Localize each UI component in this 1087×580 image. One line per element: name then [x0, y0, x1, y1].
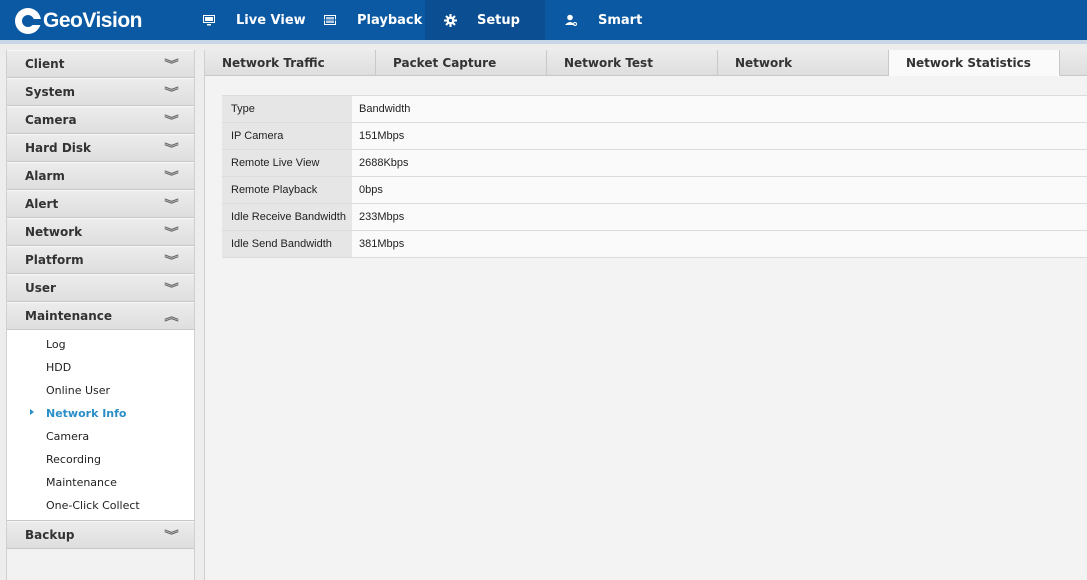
section-label: User: [25, 281, 56, 295]
nav-setup[interactable]: Setup: [425, 0, 545, 44]
header-type: Type: [222, 95, 352, 123]
section-label: System: [25, 85, 75, 99]
chevron-down-icon: ︾: [164, 254, 179, 267]
table-header-row: Type Bandwidth: [222, 95, 1087, 123]
section-label: Hard Disk: [25, 141, 92, 155]
nav-smart[interactable]: Smart: [564, 0, 654, 40]
sidebar-item-log[interactable]: Log: [7, 333, 194, 356]
person-icon: [564, 13, 578, 27]
tab-network[interactable]: Network: [718, 50, 889, 76]
section-label: Client: [25, 57, 65, 71]
sidebar-section-client[interactable]: Client ︾: [7, 50, 194, 78]
tab-packet-capture[interactable]: Packet Capture: [376, 50, 547, 76]
sidebar-section-network[interactable]: Network ︾: [7, 218, 194, 246]
sidebar-item-maintenance[interactable]: Maintenance: [7, 471, 194, 494]
sidebar-item-camera[interactable]: Camera: [7, 425, 194, 448]
sidebar-section-maintenance[interactable]: Maintenance ︽: [7, 302, 194, 330]
sidebar-section-platform[interactable]: Platform ︾: [7, 246, 194, 274]
chevron-down-icon: ︾: [164, 58, 179, 71]
nav-label: Live View: [236, 12, 306, 28]
chevron-down-icon: ︾: [164, 170, 179, 183]
row-type: Remote Live View: [222, 149, 352, 177]
film-icon: [323, 13, 337, 27]
tab-bar-filler: [1060, 50, 1087, 76]
sidebar: Client ︾ System ︾ Camera ︾ Hard Disk ︾ Alarm…: [6, 50, 195, 580]
chevron-down-icon: ︾: [164, 529, 179, 542]
table-row: Idle Send Bandwidth 381Mbps: [222, 230, 1087, 258]
sidebar-section-alert[interactable]: Alert ︾: [7, 190, 194, 218]
nav-label: Setup: [477, 12, 520, 28]
geovision-logo: GeoVision: [15, 4, 142, 38]
sidebar-section-user[interactable]: User ︾: [7, 274, 194, 302]
row-type: Idle Receive Bandwidth: [222, 203, 352, 231]
row-type: Remote Playback: [222, 176, 352, 204]
chevron-up-icon: ︽: [164, 310, 179, 323]
gear-icon: [443, 13, 457, 27]
main-content: Network Traffic Packet Capture Network T…: [204, 50, 1087, 580]
sidebar-section-backup[interactable]: Backup ︾: [7, 521, 194, 549]
sidebar-section-camera[interactable]: Camera ︾: [7, 106, 194, 134]
maintenance-submenu: Log HDD Online User Network Info Camera …: [7, 330, 194, 521]
monitor-icon: [202, 13, 216, 27]
topbar-divider: [0, 40, 1087, 44]
tab-network-statistics[interactable]: Network Statistics: [889, 50, 1060, 76]
tab-network-test[interactable]: Network Test: [547, 50, 718, 76]
row-type: Idle Send Bandwidth: [222, 230, 352, 258]
header-bandwidth: Bandwidth: [352, 95, 1087, 123]
row-value: 2688Kbps: [352, 149, 1087, 177]
sidebar-section-alarm[interactable]: Alarm ︾: [7, 162, 194, 190]
sidebar-item-online-user[interactable]: Online User: [7, 379, 194, 402]
tab-network-traffic[interactable]: Network Traffic: [205, 50, 376, 76]
row-value: 381Mbps: [352, 230, 1087, 258]
table-row: IP Camera 151Mbps: [222, 122, 1087, 150]
section-label: Camera: [25, 113, 77, 127]
sidebar-item-recording[interactable]: Recording: [7, 448, 194, 471]
chevron-down-icon: ︾: [164, 142, 179, 155]
network-statistics-table: Type Bandwidth IP Camera 151Mbps Remote …: [222, 95, 1087, 258]
chevron-down-icon: ︾: [164, 226, 179, 239]
chevron-down-icon: ︾: [164, 86, 179, 99]
row-value: 151Mbps: [352, 122, 1087, 150]
row-value: 233Mbps: [352, 203, 1087, 231]
section-label: Alert: [25, 197, 59, 211]
section-label: Alarm: [25, 169, 65, 183]
table-row: Idle Receive Bandwidth 233Mbps: [222, 203, 1087, 231]
logo-text: GeoVision: [43, 9, 142, 32]
sidebar-section-hard-disk[interactable]: Hard Disk ︾: [7, 134, 194, 162]
chevron-down-icon: ︾: [164, 198, 179, 211]
top-navigation-bar: GeoVision Live View Playback Setup Smart: [0, 0, 1087, 44]
sidebar-item-one-click-collect[interactable]: One-Click Collect: [7, 494, 194, 517]
table-row: Remote Live View 2688Kbps: [222, 149, 1087, 177]
section-label: Maintenance: [25, 309, 113, 323]
row-value: 0bps: [352, 176, 1087, 204]
tab-bar: Network Traffic Packet Capture Network T…: [205, 50, 1060, 76]
row-type: IP Camera: [222, 122, 352, 150]
chevron-down-icon: ︾: [164, 282, 179, 295]
section-label: Network: [25, 225, 83, 239]
table-row: Remote Playback 0bps: [222, 176, 1087, 204]
nav-label: Smart: [598, 12, 643, 28]
sidebar-section-system[interactable]: System ︾: [7, 78, 194, 106]
section-label: Backup: [25, 528, 75, 542]
sidebar-item-hdd[interactable]: HDD: [7, 356, 194, 379]
nav-label: Playback: [357, 12, 423, 28]
section-label: Platform: [25, 253, 84, 267]
nav-live-view[interactable]: Live View: [202, 0, 307, 40]
sidebar-item-network-info[interactable]: Network Info: [7, 402, 194, 425]
nav-playback[interactable]: Playback: [323, 0, 423, 40]
chevron-down-icon: ︾: [164, 114, 179, 127]
logo-mark-icon: [15, 8, 41, 34]
